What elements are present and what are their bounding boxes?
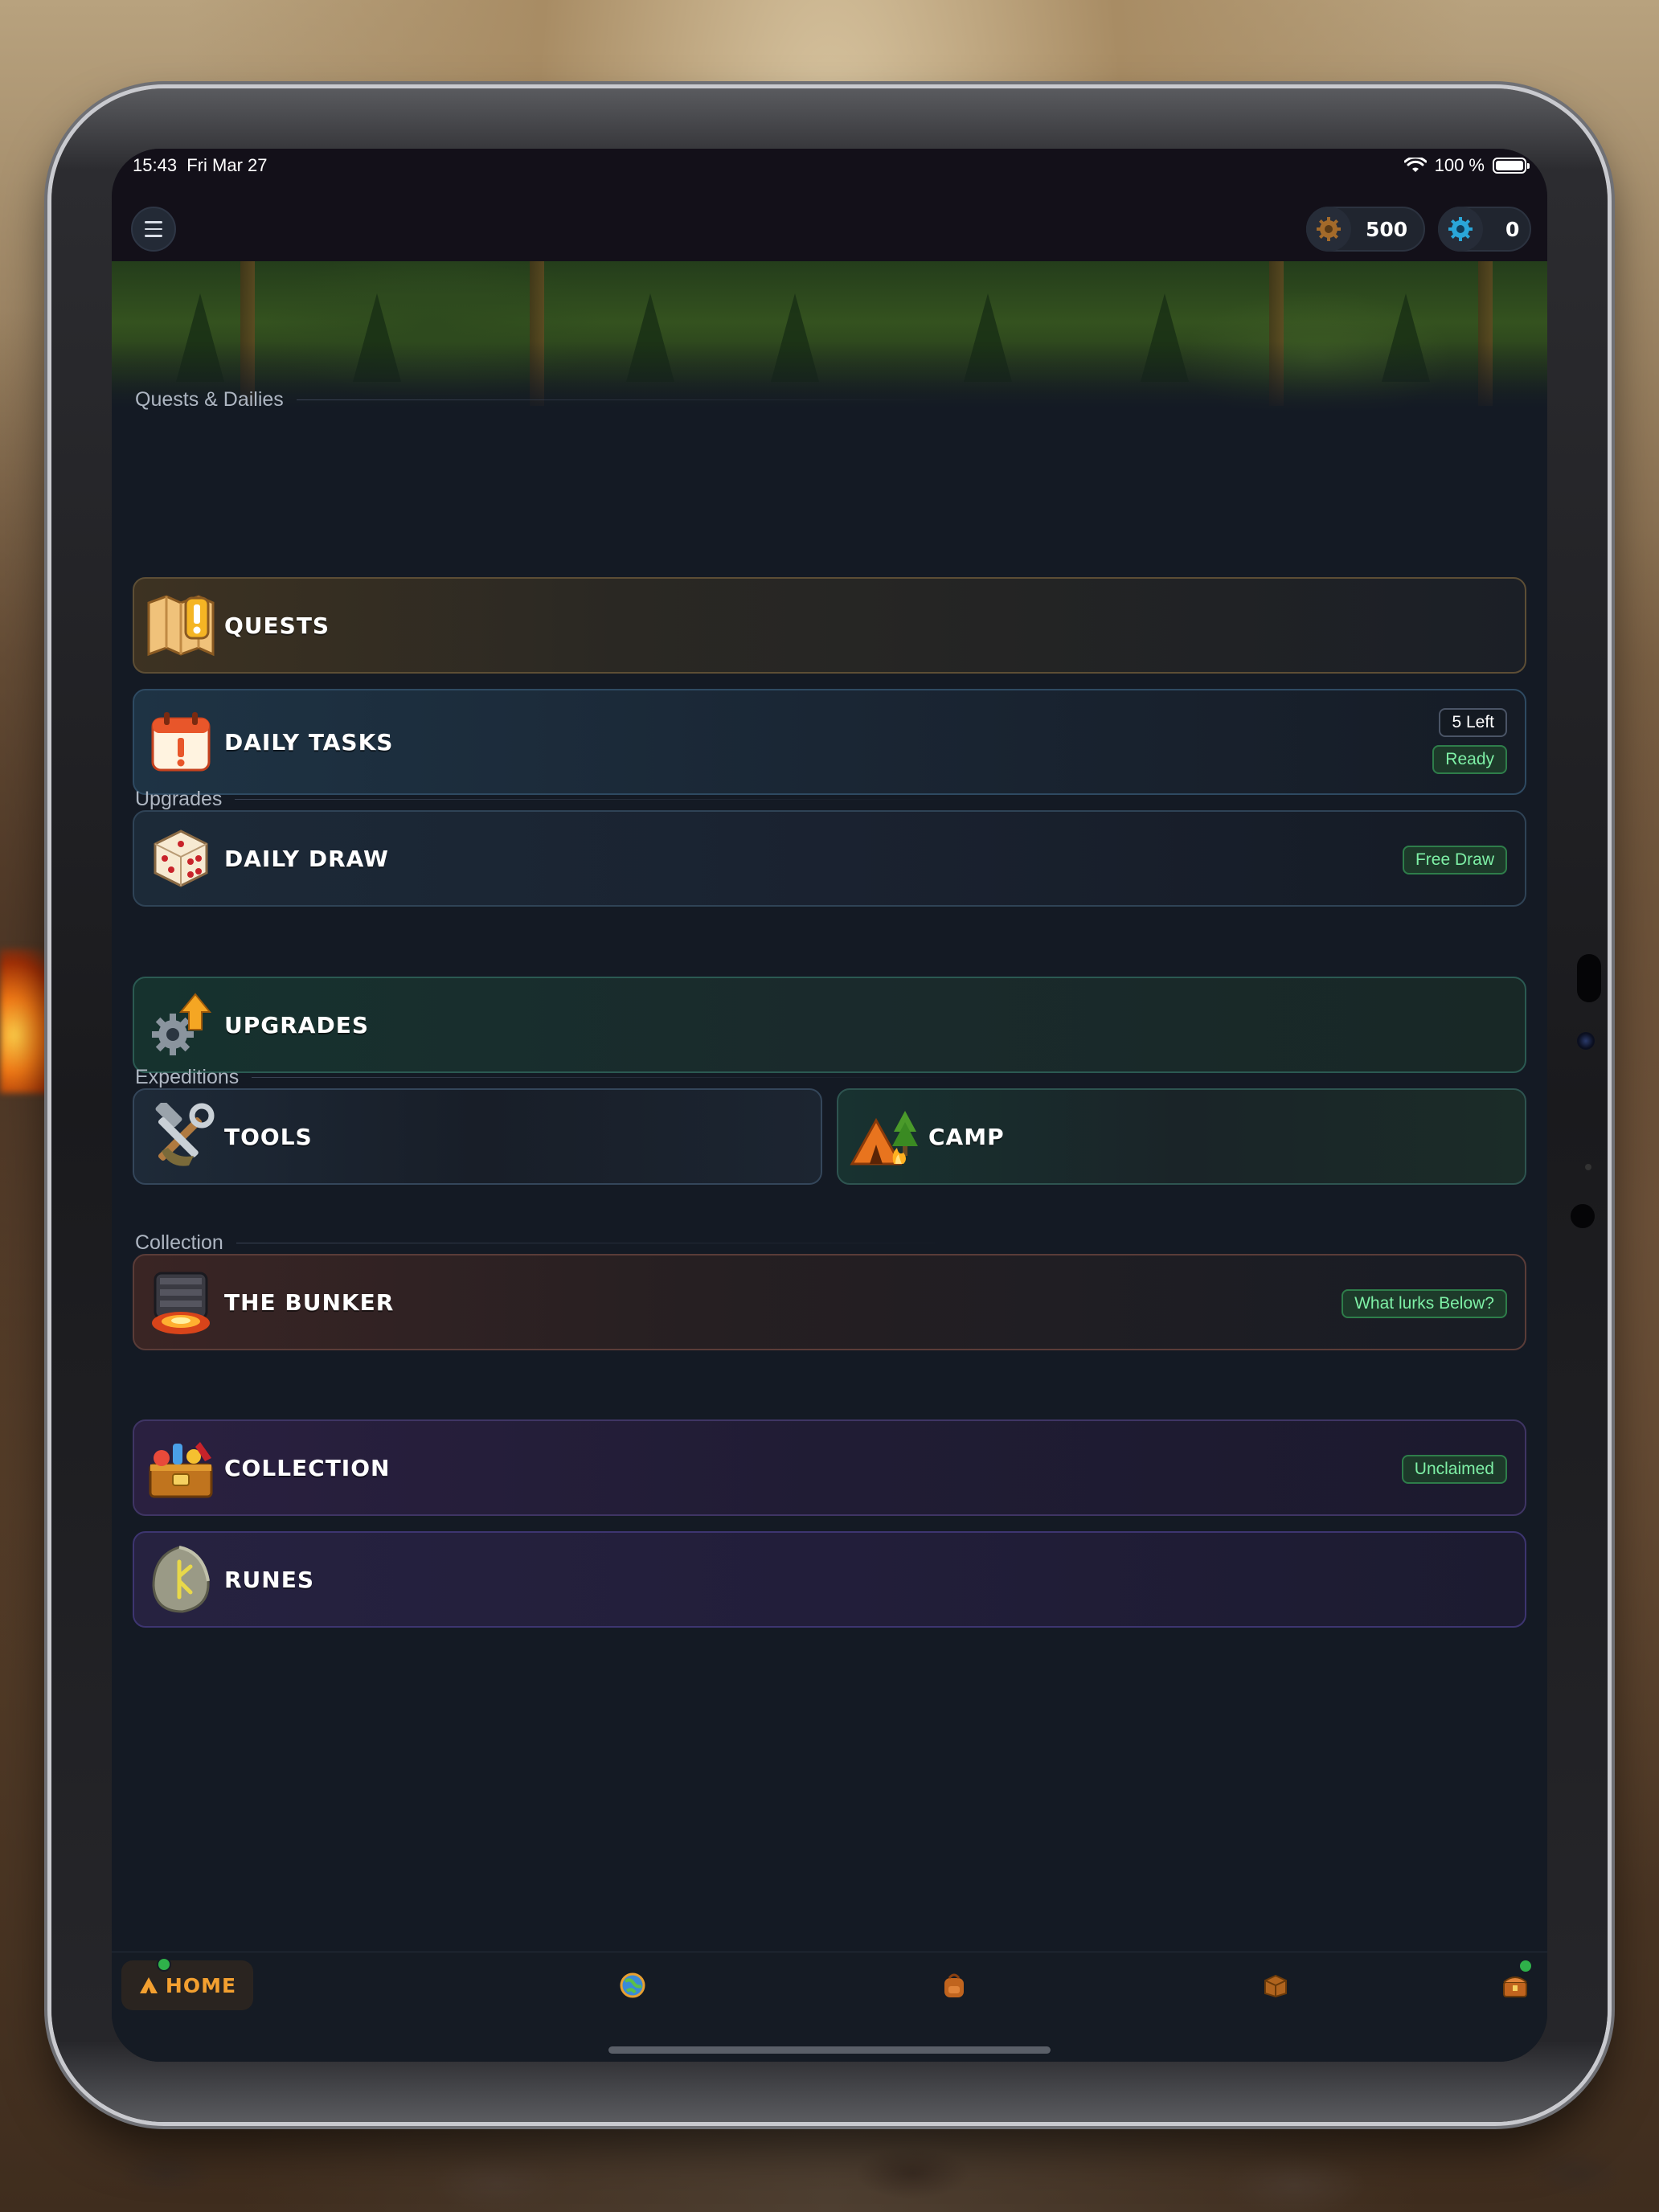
- tools-title: TOOLS: [224, 1123, 313, 1150]
- map-alert-icon: [144, 588, 218, 662]
- collection-card[interactable]: COLLECTION Unclaimed: [133, 1419, 1526, 1516]
- status-indicators: 100 %: [1403, 155, 1530, 176]
- tools-card[interactable]: TOOLS: [133, 1088, 822, 1185]
- gear-arrow-up-icon: [144, 988, 218, 1062]
- section-divider: [296, 399, 956, 400]
- section-divider: [235, 799, 959, 800]
- daily-tasks-card[interactable]: DAILY TASKS 5 Left Ready: [133, 689, 1526, 795]
- quests-title: QUESTS: [224, 612, 330, 639]
- daily-tasks-count-badge: 5 Left: [1439, 708, 1507, 737]
- camera-lens: [1577, 1032, 1595, 1050]
- app-screen: 15:43 Fri Mar 27 100 % 500 0 Quests & Da…: [112, 149, 1547, 2062]
- dice-icon: [144, 821, 218, 895]
- hammer-wrench-icon: [144, 1100, 218, 1174]
- section-expeditions-label: Expeditions: [135, 1066, 240, 1088]
- camera-dot: [1571, 1204, 1595, 1228]
- daily-draw-card[interactable]: DAILY DRAW Free Draw: [133, 810, 1526, 907]
- runes-card[interactable]: RUNES: [133, 1531, 1526, 1628]
- top-bar: 500 0: [112, 197, 1547, 261]
- backpack-icon: [944, 1973, 964, 1997]
- section-quests-dailies: Quests & Dailies: [135, 388, 956, 412]
- camp-title: CAMP: [928, 1123, 1005, 1150]
- background-rocks: [0, 2116, 1659, 2212]
- tab-home[interactable]: HOME: [121, 1957, 253, 2010]
- tent-icon: [139, 1977, 158, 1993]
- status-time: 15:43: [133, 155, 178, 175]
- status-bar: 15:43 Fri Mar 27 100 %: [112, 149, 1547, 197]
- treasure-chest-icon: [144, 1431, 218, 1505]
- upgrades-title: UPGRADES: [224, 1011, 370, 1038]
- side-button: [1577, 954, 1601, 1002]
- chest-icon: [1503, 1976, 1527, 1997]
- battery-icon: [1493, 158, 1530, 174]
- the-bunker-card[interactable]: THE BUNKER What lurks Below?: [133, 1254, 1526, 1350]
- daily-tasks-status-badge: Ready: [1432, 745, 1507, 774]
- section-divider: [252, 1077, 976, 1078]
- gold-gear-coin-icon: [1306, 207, 1351, 252]
- hamburger-icon: [145, 219, 162, 240]
- bunker-icon: [144, 1265, 218, 1339]
- crate-icon: [1264, 1974, 1287, 1998]
- tent-campfire-icon: [848, 1100, 922, 1174]
- unclaimed-badge: Unclaimed: [1401, 1455, 1507, 1484]
- rune-stone-icon: [144, 1542, 218, 1616]
- tab-crate[interactable]: [1256, 1960, 1295, 2010]
- gear-currency-pill[interactable]: 0: [1438, 207, 1531, 252]
- status-time-date: 15:43 Fri Mar 27: [133, 155, 268, 176]
- tab-chest[interactable]: [1496, 1959, 1534, 2010]
- globe-icon: [620, 1972, 645, 1998]
- section-collection-label: Collection: [135, 1231, 223, 1254]
- wifi-icon: [1403, 156, 1428, 174]
- status-date: Fri Mar 27: [186, 155, 268, 175]
- blue-gear-icon: [1438, 207, 1483, 252]
- gold-currency-pill[interactable]: 500: [1306, 207, 1425, 252]
- collection-title: COLLECTION: [224, 1454, 391, 1481]
- tab-world[interactable]: [613, 1960, 652, 2010]
- free-draw-badge: Free Draw: [1402, 846, 1507, 875]
- bottom-tab-bar: HOME: [112, 1952, 1547, 2062]
- camp-card[interactable]: CAMP: [837, 1088, 1526, 1185]
- gear-value: 0: [1505, 217, 1520, 241]
- runes-title: RUNES: [224, 1566, 315, 1593]
- calendar-alert-icon: [144, 705, 218, 779]
- gold-value: 500: [1366, 217, 1408, 241]
- section-collection: Collection: [135, 1231, 960, 1255]
- sensor-dot: [1585, 1164, 1591, 1170]
- menu-button[interactable]: [131, 207, 176, 252]
- section-expeditions: Expeditions: [135, 1066, 976, 1089]
- bunker-title: THE BUNKER: [224, 1288, 395, 1316]
- bunker-badge: What lurks Below?: [1342, 1289, 1507, 1318]
- section-upgrades-label: Upgrades: [135, 788, 223, 810]
- upgrades-card[interactable]: UPGRADES: [133, 977, 1526, 1073]
- quests-card[interactable]: QUESTS: [133, 577, 1526, 674]
- daily-draw-title: DAILY DRAW: [224, 845, 389, 872]
- tab-backpack[interactable]: [935, 1960, 973, 2010]
- home-indicator[interactable]: [608, 2046, 1051, 2054]
- notification-dot: [1518, 1959, 1533, 1973]
- section-quests-dailies-label: Quests & Dailies: [135, 388, 284, 411]
- notification-dot: [157, 1957, 171, 1972]
- daily-tasks-title: DAILY TASKS: [224, 728, 394, 756]
- battery-percent: 100 %: [1434, 155, 1485, 175]
- tab-home-label: HOME: [165, 1973, 237, 1997]
- section-upgrades: Upgrades: [135, 788, 959, 811]
